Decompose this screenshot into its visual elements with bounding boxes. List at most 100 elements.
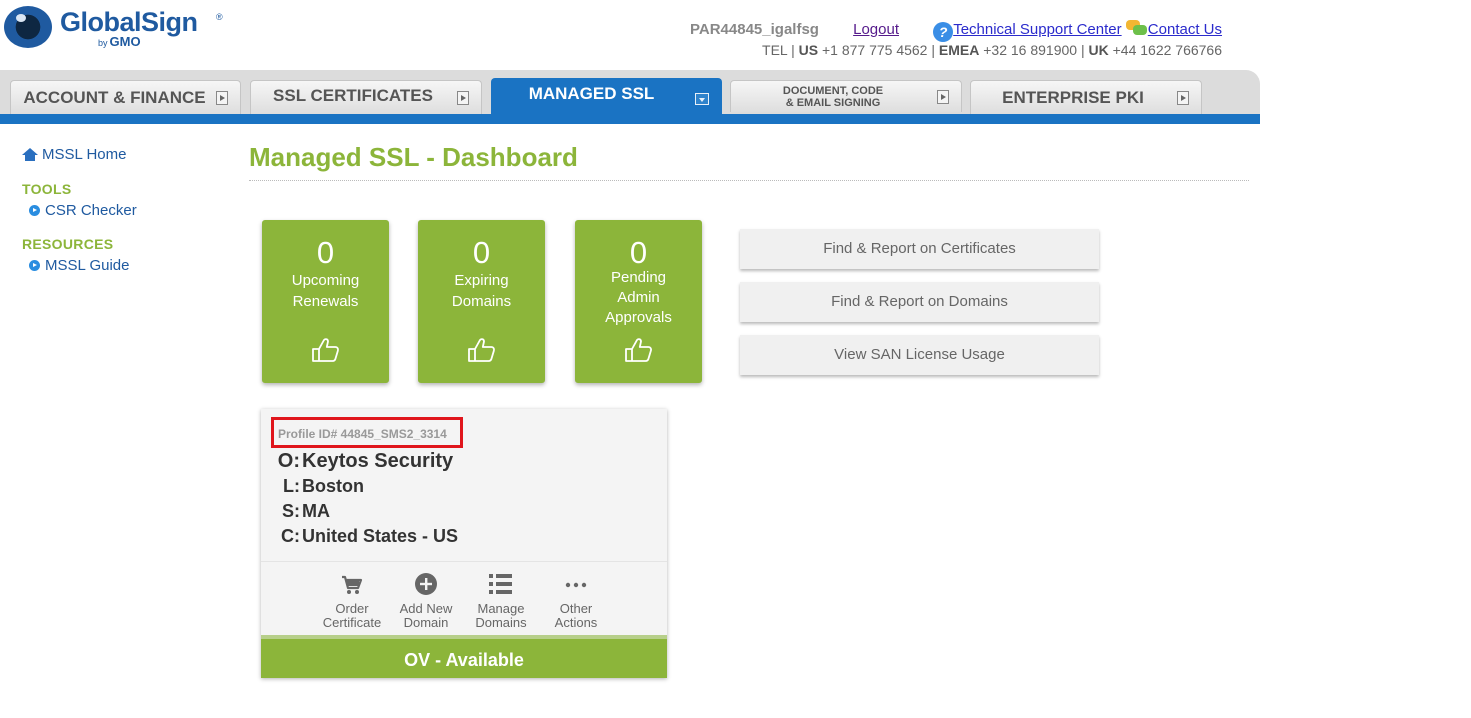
logo-by-gmo: by GMO bbox=[98, 34, 141, 49]
country-row: C: United States - US bbox=[275, 526, 458, 547]
action-label: Domain bbox=[403, 615, 449, 630]
view-san-license-usage-button[interactable]: View SAN License Usage bbox=[740, 335, 1099, 375]
tab-label: ENTERPRISE PKI bbox=[1002, 87, 1144, 107]
sidebar-item-mssl-home[interactable]: MSSL Home bbox=[22, 146, 222, 163]
page-title: Managed SSL - Dashboard bbox=[249, 142, 578, 172]
stat-label-line: Pending bbox=[610, 269, 667, 286]
stat-upcoming-renewals[interactable]: 0 Upcoming Renewals bbox=[262, 220, 389, 383]
action-label: Order bbox=[335, 601, 369, 616]
nav-underline bbox=[0, 114, 1260, 124]
uk-label: UK bbox=[1088, 42, 1109, 58]
country-value: United States - US bbox=[302, 526, 459, 546]
logo-by: by bbox=[98, 38, 108, 48]
list-icon bbox=[489, 574, 512, 594]
arrow-icon bbox=[216, 90, 228, 105]
title-divider bbox=[249, 180, 1249, 181]
status-badge[interactable]: OV - Available bbox=[261, 635, 667, 678]
manage-domains-button[interactable]: Manage Domains bbox=[461, 572, 541, 630]
stat-label-line: Domains bbox=[451, 293, 512, 310]
cart-icon bbox=[342, 575, 363, 594]
profile-id-highlight: Profile ID# 44845_SMS2_3314 bbox=[271, 417, 463, 448]
stat-label: Pending Admin Approvals bbox=[575, 268, 702, 328]
state-row: S: MA bbox=[275, 501, 330, 522]
find-report-certificates-button[interactable]: Find & Report on Certificates bbox=[740, 229, 1099, 269]
locality-value: Boston bbox=[302, 476, 364, 496]
tab-ssl-certificates[interactable]: SSL CERTIFICATES bbox=[250, 80, 482, 114]
separator: | bbox=[1080, 42, 1085, 58]
tools-heading: TOOLS bbox=[22, 181, 72, 197]
stat-label-line: Renewals bbox=[292, 293, 359, 310]
stat-label-line: Upcoming bbox=[291, 272, 360, 289]
header-links: PAR44845_igalfsg Logout ? Technical Suppo… bbox=[690, 20, 1222, 42]
stat-pending-admin-approvals[interactable]: 0 Pending Admin Approvals bbox=[575, 220, 702, 383]
tab-enterprise-pki[interactable]: ENTERPRISE PKI bbox=[970, 80, 1202, 114]
bullet-icon bbox=[29, 205, 40, 216]
org-value: Keytos Security bbox=[302, 450, 454, 472]
profile-card: Profile ID# 44845_SMS2_3314 O: Keytos Se… bbox=[261, 409, 667, 678]
sidebar-item-label: MSSL Guide bbox=[45, 257, 130, 274]
tab-label: MANAGED SSL bbox=[528, 83, 655, 103]
stat-label-line: Approvals bbox=[605, 309, 672, 326]
stat-label: Expiring Domains bbox=[418, 270, 545, 312]
find-report-domains-button[interactable]: Find & Report on Domains bbox=[740, 282, 1099, 322]
stat-label-line: Admin bbox=[617, 289, 660, 306]
stat-value: 0 bbox=[629, 235, 648, 270]
more-icon bbox=[565, 582, 587, 588]
state-value: MA bbox=[302, 501, 330, 521]
header-info: PAR44845_igalfsg Logout ? Technical Suppo… bbox=[690, 20, 1222, 58]
arrow-icon bbox=[457, 90, 469, 105]
chat-icon[interactable] bbox=[1125, 20, 1148, 36]
separator: | bbox=[791, 42, 795, 58]
action-label: Add New bbox=[399, 601, 453, 616]
bullet-icon bbox=[29, 260, 40, 271]
tab-document-code-email-signing[interactable]: DOCUMENT, CODE & EMAIL SIGNING bbox=[730, 80, 962, 112]
main-nav: ACCOUNT & FINANCE SSL CERTIFICATES MANAG… bbox=[0, 70, 1260, 124]
username: PAR44845_igalfsg bbox=[690, 21, 819, 38]
arrow-icon bbox=[695, 92, 709, 105]
phone-numbers: TEL | US +1 877 775 4562 | EMEA +32 16 8… bbox=[690, 42, 1222, 58]
us-phone: +1 877 775 4562 bbox=[821, 42, 928, 58]
tab-account-finance[interactable]: ACCOUNT & FINANCE bbox=[10, 80, 241, 114]
arrow-icon bbox=[1177, 90, 1189, 105]
tel-label: TEL bbox=[762, 42, 788, 58]
eye-logo-icon bbox=[4, 6, 52, 48]
plus-circle-icon bbox=[415, 573, 437, 595]
help-icon[interactable]: ? bbox=[933, 22, 954, 42]
separator: | bbox=[931, 42, 935, 58]
globalsign-logo[interactable]: GlobalSign ® by GMO bbox=[4, 6, 234, 52]
logo-registered-mark: ® bbox=[216, 12, 223, 22]
stat-label: Upcoming Renewals bbox=[262, 270, 389, 312]
us-label: US bbox=[798, 42, 819, 58]
thumbs-up-icon bbox=[311, 338, 339, 362]
tab-label: DOCUMENT, CODE & EMAIL SIGNING bbox=[783, 85, 883, 109]
home-icon bbox=[22, 147, 38, 162]
card-divider bbox=[261, 561, 667, 562]
sidebar-item-mssl-guide[interactable]: MSSL Guide bbox=[29, 257, 222, 274]
action-label: Domains bbox=[475, 615, 527, 630]
stat-value: 0 bbox=[472, 235, 491, 270]
order-certificate-button[interactable]: Order Certificate bbox=[312, 572, 392, 630]
stat-expiring-domains[interactable]: 0 Expiring Domains bbox=[418, 220, 545, 383]
tab-label-line1: DOCUMENT, CODE bbox=[782, 84, 884, 97]
thumbs-up-icon bbox=[467, 338, 495, 362]
sidebar-item-csr-checker[interactable]: CSR Checker bbox=[29, 202, 222, 219]
tab-label-line2: & EMAIL SIGNING bbox=[785, 96, 881, 109]
thumbs-up-icon bbox=[624, 338, 652, 362]
logout-link[interactable]: Logout bbox=[853, 21, 899, 38]
other-actions-button[interactable]: Other Actions bbox=[536, 572, 616, 630]
add-new-domain-button[interactable]: Add New Domain bbox=[386, 572, 466, 630]
org-key: O: bbox=[277, 450, 300, 472]
contact-link[interactable]: Contact Us bbox=[1148, 21, 1222, 38]
action-label: Manage bbox=[477, 601, 525, 616]
locality-row: L: Boston bbox=[275, 476, 364, 497]
uk-phone: +44 1622 766766 bbox=[1112, 42, 1222, 58]
action-label: Other bbox=[559, 601, 593, 616]
tab-label: SSL CERTIFICATES bbox=[273, 85, 433, 105]
state-key: S: bbox=[282, 501, 300, 521]
tab-label: ACCOUNT & FINANCE bbox=[23, 87, 206, 107]
emea-phone: +32 16 891900 bbox=[983, 42, 1078, 58]
support-link[interactable]: Technical Support Center bbox=[953, 21, 1121, 38]
sidebar-item-label: CSR Checker bbox=[45, 202, 137, 219]
tab-managed-ssl[interactable]: MANAGED SSL bbox=[491, 78, 722, 114]
profile-id: Profile ID# 44845_SMS2_3314 bbox=[278, 427, 447, 441]
